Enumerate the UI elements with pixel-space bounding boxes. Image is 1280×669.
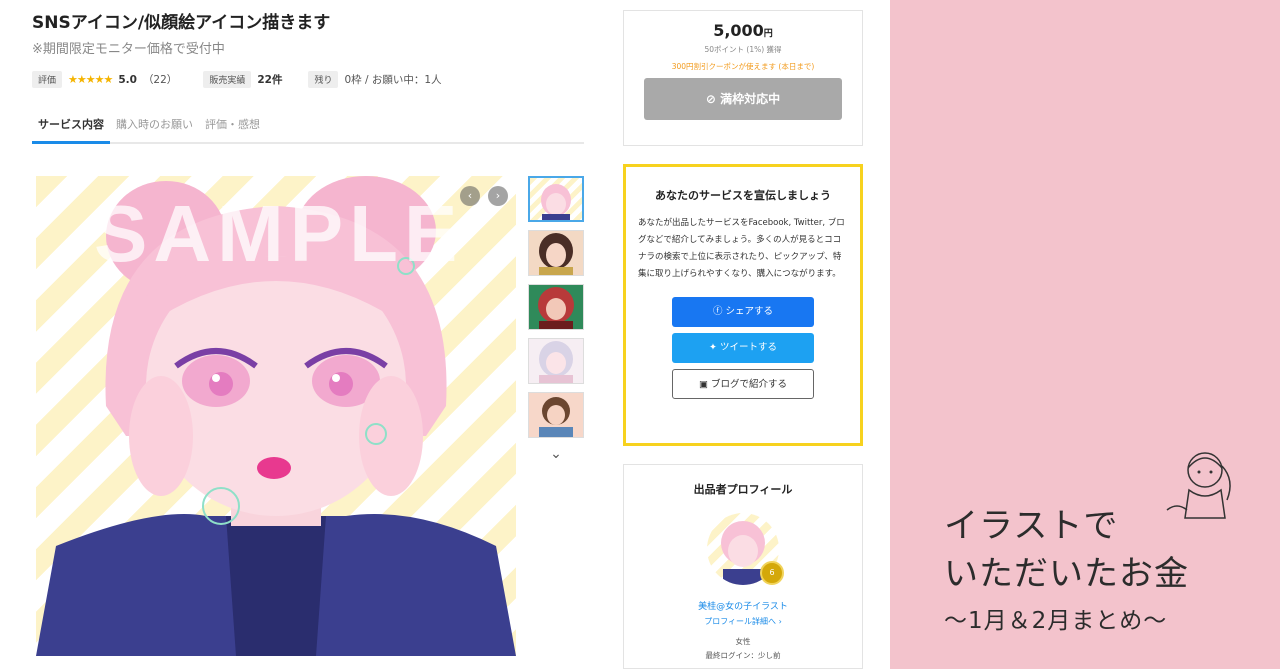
main-sample-image[interactable]: SAMPLE [36, 176, 516, 656]
banner-subtitle: 〜1月＆2月まとめ〜 [944, 608, 1168, 634]
twitter-bird-icon: ✦ [709, 342, 720, 353]
promo-text: あなたが出品したサービスをFacebook, Twitter, ブログなどで紹介… [638, 218, 845, 279]
banner-title-line2: いただいたお金 [944, 554, 1189, 594]
thumbnail-5[interactable] [528, 392, 584, 438]
facebook-icon: ⓕ [712, 306, 726, 317]
girl-doodle-icon [1166, 452, 1231, 519]
blog-share-label: ブログで紹介する [710, 379, 787, 390]
prev-image-button[interactable]: ‹ [460, 186, 480, 206]
tweet-button[interactable]: ✦ ツイートする [672, 333, 814, 363]
seller-last-login: 最終ログイン：少し前 [705, 651, 781, 660]
chevron-down-icon[interactable]: ⌄ [528, 446, 584, 462]
seller-rank-medal-icon: 6 [760, 561, 784, 585]
thumbnail-4[interactable] [528, 338, 584, 384]
facebook-share-label: シェアする [725, 306, 774, 317]
thumbnail-1[interactable] [528, 176, 584, 222]
coupon-info[interactable]: 300円割引クーポンが使えます (本日まで) [624, 61, 862, 72]
remaining-value: 0枠 / お願い中：1人 [344, 74, 442, 86]
blog-banner: イラストで いただいたお金 〜1月＆2月まとめ〜 [890, 0, 1280, 669]
thumbnail-2[interactable] [528, 230, 584, 276]
seller-name-link[interactable]: 美桂@女の子イラスト [624, 599, 862, 612]
tweet-label: ツイートする [719, 342, 777, 353]
sales-value: 22件 [257, 74, 283, 86]
page: SNSアイコン/似顔絵アイコン描きます ※期間限定モニター価格で受付中 評価 ★… [0, 0, 1280, 669]
service-header: SNSアイコン/似顔絵アイコン描きます ※期間限定モニター価格で受付中 評価 ★… [32, 10, 584, 144]
service-subtitle: ※期間限定モニター価格で受付中 [32, 42, 225, 57]
tab-service-content[interactable]: サービス内容 [32, 112, 110, 144]
points-info: 50ポイント (1%) 獲得 [704, 45, 782, 54]
profile-title: 出品者プロフィール [693, 483, 793, 496]
seller-gender: 女性 [735, 637, 751, 646]
price: 5,000円 [624, 21, 862, 40]
service-tabs: サービス内容 購入時のお願い 評価・感想 [32, 112, 584, 144]
rss-icon: ▣ [698, 379, 711, 390]
promo-title: あなたのサービスを宣伝しましょう [655, 189, 831, 202]
rating-tag: 評価 [32, 71, 63, 88]
promo-box: あなたのサービスを宣伝しましょう あなたが出品したサービスをFacebook, … [623, 164, 863, 446]
remaining-tag: 残り [308, 71, 339, 88]
service-stats: 評価 ★★★★★ 5.0 （22） 販売実績 22件 残り 0枠 / お願い中：… [32, 71, 584, 88]
full-slots-label: 満枠対応中 [720, 92, 781, 106]
service-title: SNSアイコン/似顔絵アイコン描きます [32, 13, 331, 33]
tab-reviews[interactable]: 評価・感想 [199, 112, 266, 142]
seller-profile-box: 出品者プロフィール 6 美桂@女の子イラスト プロフィール詳細へ › 女性 最終… [623, 464, 863, 669]
sales-tag: 販売実績 [203, 71, 252, 88]
profile-detail-link[interactable]: プロフィール詳細へ › [624, 616, 862, 627]
review-count[interactable]: （22） [143, 72, 177, 87]
rating-stars-icon: ★★★★★ [68, 73, 113, 86]
price-box: 5,000円 50ポイント (1%) 獲得 300円割引クーポンが使えます (本… [623, 10, 863, 146]
full-slots-button[interactable]: ⊘ 満枠対応中 [644, 78, 842, 120]
facebook-share-button[interactable]: ⓕ シェアする [672, 297, 814, 327]
thumbnail-3[interactable] [528, 284, 584, 330]
price-value: 5,000 [713, 21, 764, 40]
next-image-button[interactable]: › [488, 186, 508, 206]
sample-watermark: SAMPLE [94, 189, 464, 278]
price-currency: 円 [763, 29, 773, 39]
banner-title-line1: イラストで [944, 506, 1119, 546]
seller-meta: 女性 最終ログイン：少し前 [624, 635, 862, 663]
tab-purchase-request[interactable]: 購入時のお願い [110, 112, 199, 142]
prohibited-icon: ⊘ [705, 92, 721, 106]
blog-share-button[interactable]: ▣ ブログで紹介する [672, 369, 814, 399]
rating-value: 5.0 [118, 73, 137, 86]
thumbnail-strip: ⌄ [528, 176, 584, 462]
